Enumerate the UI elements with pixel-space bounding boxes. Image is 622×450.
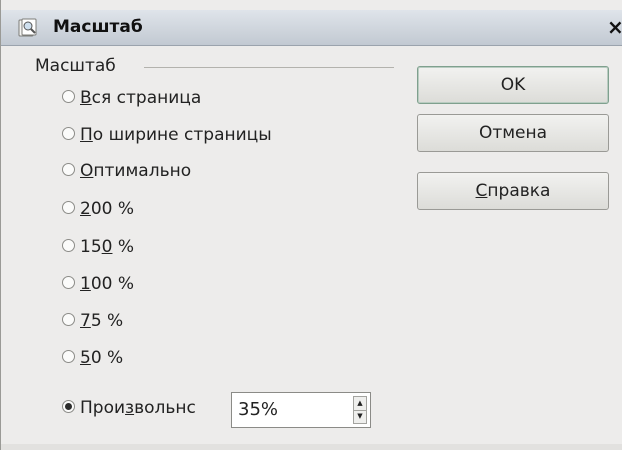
radio-optimal[interactable]: Оптимально — [62, 161, 191, 185]
radio-button[interactable] — [62, 89, 75, 103]
radio-label: Вся страница — [80, 88, 202, 108]
zoom-dialog-icon — [18, 18, 37, 37]
radio-button-selected[interactable] — [62, 399, 75, 413]
radio-label: Произвольнс — [80, 398, 196, 418]
radio-page-width[interactable]: По ширине страницы — [62, 125, 272, 149]
help-button[interactable]: Справка — [417, 172, 609, 210]
radio-label: 200 % — [80, 199, 135, 219]
radio-whole-page[interactable]: Вся страница — [62, 88, 201, 112]
radio-variable[interactable]: Произвольнс — [62, 398, 196, 422]
zoom-value-spinbox[interactable]: 35% ▲ ▼ — [231, 392, 371, 428]
ok-button[interactable]: OK — [417, 66, 609, 104]
spin-up-arrow-icon[interactable]: ▲ — [354, 397, 366, 411]
radio-label: Оптимально — [80, 161, 192, 181]
radio-button[interactable] — [62, 126, 75, 140]
zoom-dialog: Масштаб × Масштаб Вся страница По ширине… — [0, 0, 622, 450]
dialog-bottom-edge — [1, 444, 622, 450]
radio-button[interactable] — [62, 162, 75, 176]
radio-button[interactable] — [62, 238, 75, 252]
radio-75[interactable]: 75 % — [62, 311, 123, 335]
radio-button[interactable] — [62, 275, 75, 289]
radio-100[interactable]: 100 % — [62, 274, 134, 298]
spin-buttons: ▲ ▼ — [353, 396, 367, 424]
radio-50[interactable]: 50 % — [62, 348, 123, 372]
radio-label: По ширине страницы — [80, 125, 272, 145]
radio-label: 150 % — [80, 237, 135, 257]
radio-button[interactable] — [62, 200, 75, 214]
close-icon[interactable]: × — [607, 14, 622, 40]
zoom-group-label: Масштаб — [35, 56, 116, 76]
radio-label: 50 % — [80, 348, 124, 368]
radio-button[interactable] — [62, 349, 75, 363]
spin-down-arrow-icon[interactable]: ▼ — [354, 410, 366, 423]
group-separator — [144, 67, 394, 68]
radio-150[interactable]: 150 % — [62, 237, 134, 261]
cancel-button[interactable]: Отмена — [417, 114, 609, 152]
radio-200[interactable]: 200 % — [62, 199, 134, 223]
dialog-title: Масштаб — [53, 17, 143, 37]
radio-label: 100 % — [80, 274, 135, 294]
zoom-value-input[interactable]: 35% — [238, 399, 278, 420]
radio-button[interactable] — [62, 312, 75, 326]
radio-label: 75 % — [80, 311, 124, 331]
title-bar[interactable]: Масштаб × — [1, 10, 622, 46]
